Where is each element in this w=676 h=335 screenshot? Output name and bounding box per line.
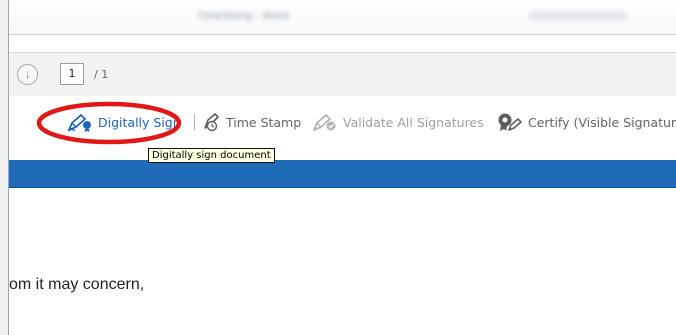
- signature-toolbar: Digitally Sign Time Stamp Validate All S…: [8, 96, 676, 148]
- certify-visible-signature-label: Certify (Visible Signature): [528, 114, 676, 130]
- digital-sign-pen-icon: [67, 114, 91, 132]
- document-header-band: [8, 160, 676, 188]
- arrow-down-icon: ↓: [24, 67, 31, 81]
- validate-all-signatures-label: Validate All Signatures: [343, 114, 484, 130]
- certify-visible-signature-button[interactable]: Certify (Visible Signature): [496, 111, 676, 133]
- tooltip: Digitally sign document: [148, 148, 275, 163]
- window-left-edge: [0, 0, 9, 335]
- time-stamp-button[interactable]: Time Stamp: [203, 111, 301, 133]
- page-number-input[interactable]: [60, 63, 84, 85]
- time-stamp-label: Time Stamp: [226, 114, 302, 130]
- validate-signatures-icon: [313, 114, 336, 131]
- title-bar-controls: [528, 11, 628, 21]
- document-body-text: om it may concern,: [9, 276, 145, 293]
- validate-all-signatures-button[interactable]: Validate All Signatures: [311, 111, 484, 133]
- next-page-button[interactable]: ↓: [17, 64, 38, 85]
- page-total: / 1: [94, 68, 109, 81]
- digitally-sign-label: Digitally Sign: [98, 114, 181, 130]
- window-title: TimeStamp - Word: [197, 10, 289, 22]
- certify-badge-icon: [498, 113, 522, 131]
- page-navigation-bar: ↓ / 1: [8, 52, 676, 97]
- toolbar-separator: [194, 114, 195, 130]
- title-bar: TimeStamp - Word: [8, 0, 676, 35]
- digitally-sign-button[interactable]: Digitally Sign: [66, 111, 181, 133]
- time-stamp-icon: [204, 113, 219, 132]
